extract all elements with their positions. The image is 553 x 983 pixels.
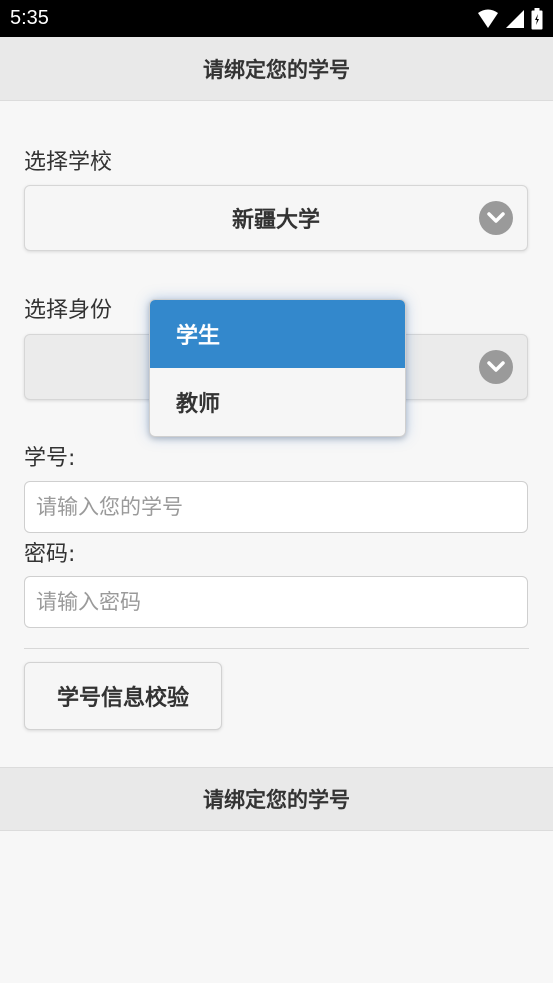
student-id-label: 学号:: [24, 446, 76, 471]
password-label: 密码:: [24, 542, 76, 567]
school-label: 选择学校: [24, 150, 113, 175]
battery-icon: [531, 8, 543, 30]
dropdown-option-teacher[interactable]: 教师: [150, 368, 405, 436]
chevron-down-icon: [479, 201, 513, 235]
divider: [24, 648, 529, 649]
password-input[interactable]: [24, 576, 528, 628]
school-selected-value: 新疆大学: [231, 208, 320, 233]
identity-dropdown-menu: 学生 教师: [149, 299, 406, 437]
identity-label: 选择身份: [24, 298, 113, 323]
status-icons: [477, 8, 543, 30]
verify-button[interactable]: 学号信息校验: [24, 662, 222, 730]
chevron-down-icon: [479, 350, 513, 384]
signal-icon: [506, 10, 524, 28]
page-header: 请绑定您的学号: [0, 37, 553, 101]
status-time: 5:35: [10, 7, 49, 29]
page-footer: 请绑定您的学号: [0, 767, 553, 831]
footer-title: 请绑定您的学号: [203, 788, 350, 812]
dropdown-option-student[interactable]: 学生: [150, 300, 405, 368]
status-bar: 5:35: [0, 0, 553, 37]
student-id-input[interactable]: [24, 481, 528, 533]
page-title: 请绑定您的学号: [203, 57, 350, 82]
wifi-icon: [478, 9, 498, 28]
school-select[interactable]: 新疆大学: [24, 185, 528, 251]
